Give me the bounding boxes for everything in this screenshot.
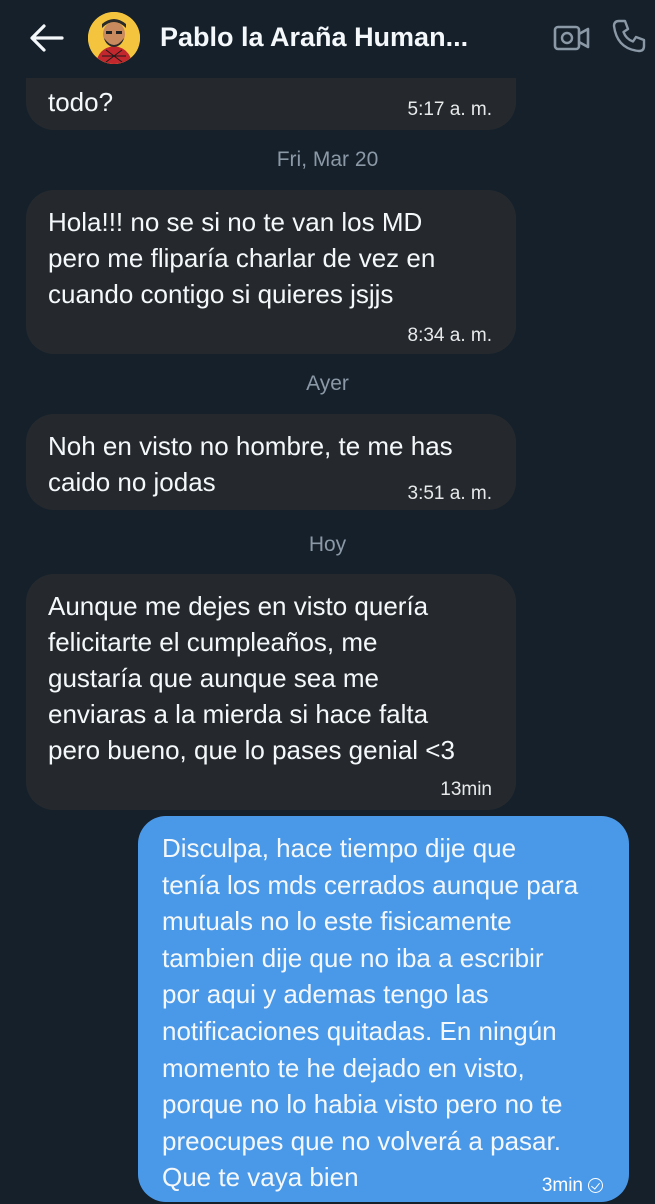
message-bubble-incoming[interactable]: Noh en visto no hombre, te me has caido …	[26, 414, 516, 510]
read-check-icon	[588, 1178, 603, 1194]
message-timestamp: 13min	[440, 779, 492, 800]
message-bubble-outgoing[interactable]: Disculpa, hace tiempo dije que tenía los…	[138, 816, 629, 1202]
date-separator: Fri, Mar 20	[276, 148, 379, 171]
chat-header: Pablo la Araña Human...	[0, 0, 655, 78]
message-timestamp: 5:17 a. m.	[407, 99, 493, 120]
message-bubble-incoming[interactable]: Aunque me dejes en visto quería felicita…	[26, 574, 516, 810]
message-text: Disculpa, hace tiempo dije que tenía los…	[162, 833, 579, 1193]
date-separator: Ayer	[306, 372, 349, 395]
message-text: Hola!!! no se si no te van los MD pero m…	[48, 207, 436, 309]
back-arrow-icon[interactable]	[28, 22, 64, 54]
message-timestamp: 3:51 a. m.	[407, 483, 493, 504]
video-call-icon[interactable]	[553, 20, 591, 54]
message-text: todo?	[48, 87, 114, 117]
date-separator: Hoy	[308, 533, 347, 556]
avatar-image	[88, 12, 140, 64]
message-text: Aunque me dejes en visto quería felicita…	[48, 591, 455, 765]
message-timestamp: 3min	[541, 1175, 583, 1196]
message-status: 3min	[542, 1168, 603, 1204]
contact-name[interactable]: Pablo la Araña Human...	[160, 22, 520, 53]
phone-icon[interactable]	[611, 18, 647, 54]
avatar[interactable]	[88, 12, 140, 64]
message-bubble-incoming[interactable]: Hola!!! no se si no te van los MD pero m…	[26, 190, 516, 354]
message-timestamp: 8:34 a. m.	[407, 325, 493, 346]
